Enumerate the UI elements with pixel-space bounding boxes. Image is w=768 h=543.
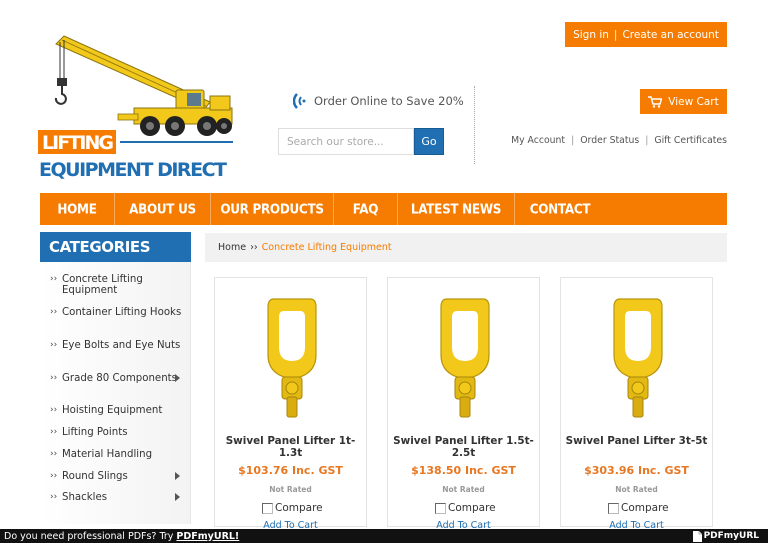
categories-title: CATEGORIES xyxy=(40,232,191,262)
category-item-grade-80[interactable]: ›› Grade 80 Components xyxy=(50,373,182,384)
nav-contact[interactable]: CONTACT xyxy=(515,191,605,227)
category-item-concrete-lifting[interactable]: ›› Concrete Lifting Equipment xyxy=(50,274,182,296)
chevron-right-icon: ›› xyxy=(50,405,58,415)
product-rating: Not Rated xyxy=(442,485,485,494)
product-name[interactable]: Swivel Panel Lifter 1t-1.3t xyxy=(217,435,364,459)
product-card: Swivel Panel Lifter 3t-5t $303.96 Inc. G… xyxy=(560,277,713,531)
link-separator: | xyxy=(571,135,575,146)
pdf-icon xyxy=(692,530,702,542)
breadcrumb: Home ›› Concrete Lifting Equipment xyxy=(205,233,727,262)
product-image[interactable] xyxy=(262,295,322,420)
promo-banner: Order Online to Save 20% xyxy=(293,92,464,110)
view-cart-label: View Cart xyxy=(668,95,719,108)
product-card: Swivel Panel Lifter 1.5t-2.5t $138.50 In… xyxy=(387,277,540,531)
search-input[interactable] xyxy=(278,128,414,155)
gift-certificates-link[interactable]: Gift Certificates xyxy=(654,135,727,146)
my-account-link[interactable]: My Account xyxy=(511,135,565,146)
category-item-container-hooks[interactable]: ›› Container Lifting Hooks xyxy=(50,307,182,318)
pdf-banner: Do you need professional PDFs? Try PDFmy… xyxy=(0,529,768,543)
product-rating: Not Rated xyxy=(269,485,312,494)
compare-label: Compare xyxy=(621,502,669,514)
create-account-link[interactable]: Create an account xyxy=(622,29,718,41)
order-status-link[interactable]: Order Status xyxy=(580,135,639,146)
chevron-right-icon: ›› xyxy=(50,449,58,459)
account-bar: Sign in | Create an account xyxy=(565,22,727,47)
sign-in-link[interactable]: Sign in xyxy=(573,29,609,41)
categories-panel: ›› Concrete Lifting Equipment ›› Contain… xyxy=(40,262,191,524)
nav-faq[interactable]: FAQ xyxy=(334,191,398,227)
search-go-button[interactable]: Go xyxy=(414,128,444,155)
account-separator: | xyxy=(613,28,618,41)
caret-right-icon xyxy=(175,472,180,480)
logo-line2: EQUIPMENT DIRECT xyxy=(39,159,227,181)
chevron-right-icon: ›› xyxy=(50,274,58,284)
breadcrumb-current: Concrete Lifting Equipment xyxy=(261,242,392,253)
crane-illustration xyxy=(54,35,233,136)
link-separator: | xyxy=(645,135,649,146)
product-price: $138.50 Inc. GST xyxy=(411,464,516,477)
site-logo[interactable]: LIFTING EQUIPMENT DIRECT xyxy=(38,22,233,184)
category-label: Container Lifting Hooks xyxy=(62,307,182,318)
breadcrumb-home[interactable]: Home xyxy=(218,242,246,253)
nav-home[interactable]: HOME xyxy=(40,191,115,227)
account-links: My Account | Order Status | Gift Certifi… xyxy=(511,135,727,146)
cart-icon xyxy=(648,95,663,108)
compare-control[interactable]: Compare xyxy=(608,502,669,514)
product-price: $103.76 Inc. GST xyxy=(238,464,343,477)
caret-right-icon xyxy=(175,374,180,382)
chevron-right-icon: ›› xyxy=(50,307,58,317)
header-divider xyxy=(474,86,475,164)
category-label: Lifting Points xyxy=(62,427,128,438)
product-image[interactable] xyxy=(608,295,668,420)
compare-label: Compare xyxy=(448,502,496,514)
main-nav: HOME ABOUT US OUR PRODUCTS FAQ LATEST NE… xyxy=(40,191,727,227)
category-item-round-slings[interactable]: ›› Round Slings xyxy=(50,471,182,482)
category-label: Eye Bolts and Eye Nuts xyxy=(62,340,181,351)
promo-text: Order Online to Save 20% xyxy=(314,94,464,108)
category-label: Grade 80 Components xyxy=(62,373,177,384)
category-label: Round Slings xyxy=(62,471,128,482)
phone-signal-icon xyxy=(293,93,306,109)
banner-text: Do you need professional PDFs? Try xyxy=(4,530,174,542)
compare-checkbox[interactable] xyxy=(435,502,446,514)
product-rating: Not Rated xyxy=(615,485,658,494)
chevron-right-icon: ›› xyxy=(50,492,58,502)
category-item-eye-bolts[interactable]: ›› Eye Bolts and Eye Nuts xyxy=(50,340,182,351)
nav-about-us[interactable]: ABOUT US xyxy=(115,191,211,227)
pdfmyurl-logo[interactable]: PDFmyURL xyxy=(692,529,759,543)
compare-label: Compare xyxy=(275,502,323,514)
product-name[interactable]: Swivel Panel Lifter 1.5t-2.5t xyxy=(390,435,537,459)
chevron-right-icon: ›› xyxy=(50,340,58,350)
breadcrumb-separator: ›› xyxy=(250,242,258,253)
compare-control[interactable]: Compare xyxy=(435,502,496,514)
product-card: Swivel Panel Lifter 1t-1.3t $103.76 Inc.… xyxy=(214,277,367,531)
category-label: Material Handling xyxy=(62,449,153,460)
category-item-lifting-points[interactable]: ›› Lifting Points xyxy=(50,427,182,438)
view-cart-button[interactable]: View Cart xyxy=(640,89,727,114)
product-price: $303.96 Inc. GST xyxy=(584,464,689,477)
chevron-right-icon: ›› xyxy=(50,427,58,437)
category-item-material-handling[interactable]: ›› Material Handling xyxy=(50,449,182,460)
nav-our-products[interactable]: OUR PRODUCTS xyxy=(211,191,334,227)
compare-checkbox[interactable] xyxy=(608,502,619,514)
category-label: Concrete Lifting Equipment xyxy=(62,274,143,296)
compare-checkbox[interactable] xyxy=(262,502,273,514)
logo-line1: LIFTING xyxy=(42,132,114,154)
chevron-right-icon: ›› xyxy=(50,471,58,481)
category-label: Shackles xyxy=(62,492,108,503)
caret-right-icon xyxy=(175,493,180,501)
banner-logo-text: PDFmyURL xyxy=(703,531,759,541)
compare-control[interactable]: Compare xyxy=(262,502,323,514)
category-item-hoisting[interactable]: ›› Hoisting Equipment xyxy=(50,405,182,416)
nav-latest-news[interactable]: LATEST NEWS xyxy=(398,191,515,227)
category-item-shackles[interactable]: ›› Shackles xyxy=(50,492,182,503)
product-name[interactable]: Swivel Panel Lifter 3t-5t xyxy=(563,435,710,447)
banner-brand-link[interactable]: PDFmyURL! xyxy=(176,531,239,542)
category-label: Hoisting Equipment xyxy=(62,405,163,416)
chevron-right-icon: ›› xyxy=(50,373,58,383)
product-image[interactable] xyxy=(435,295,495,420)
